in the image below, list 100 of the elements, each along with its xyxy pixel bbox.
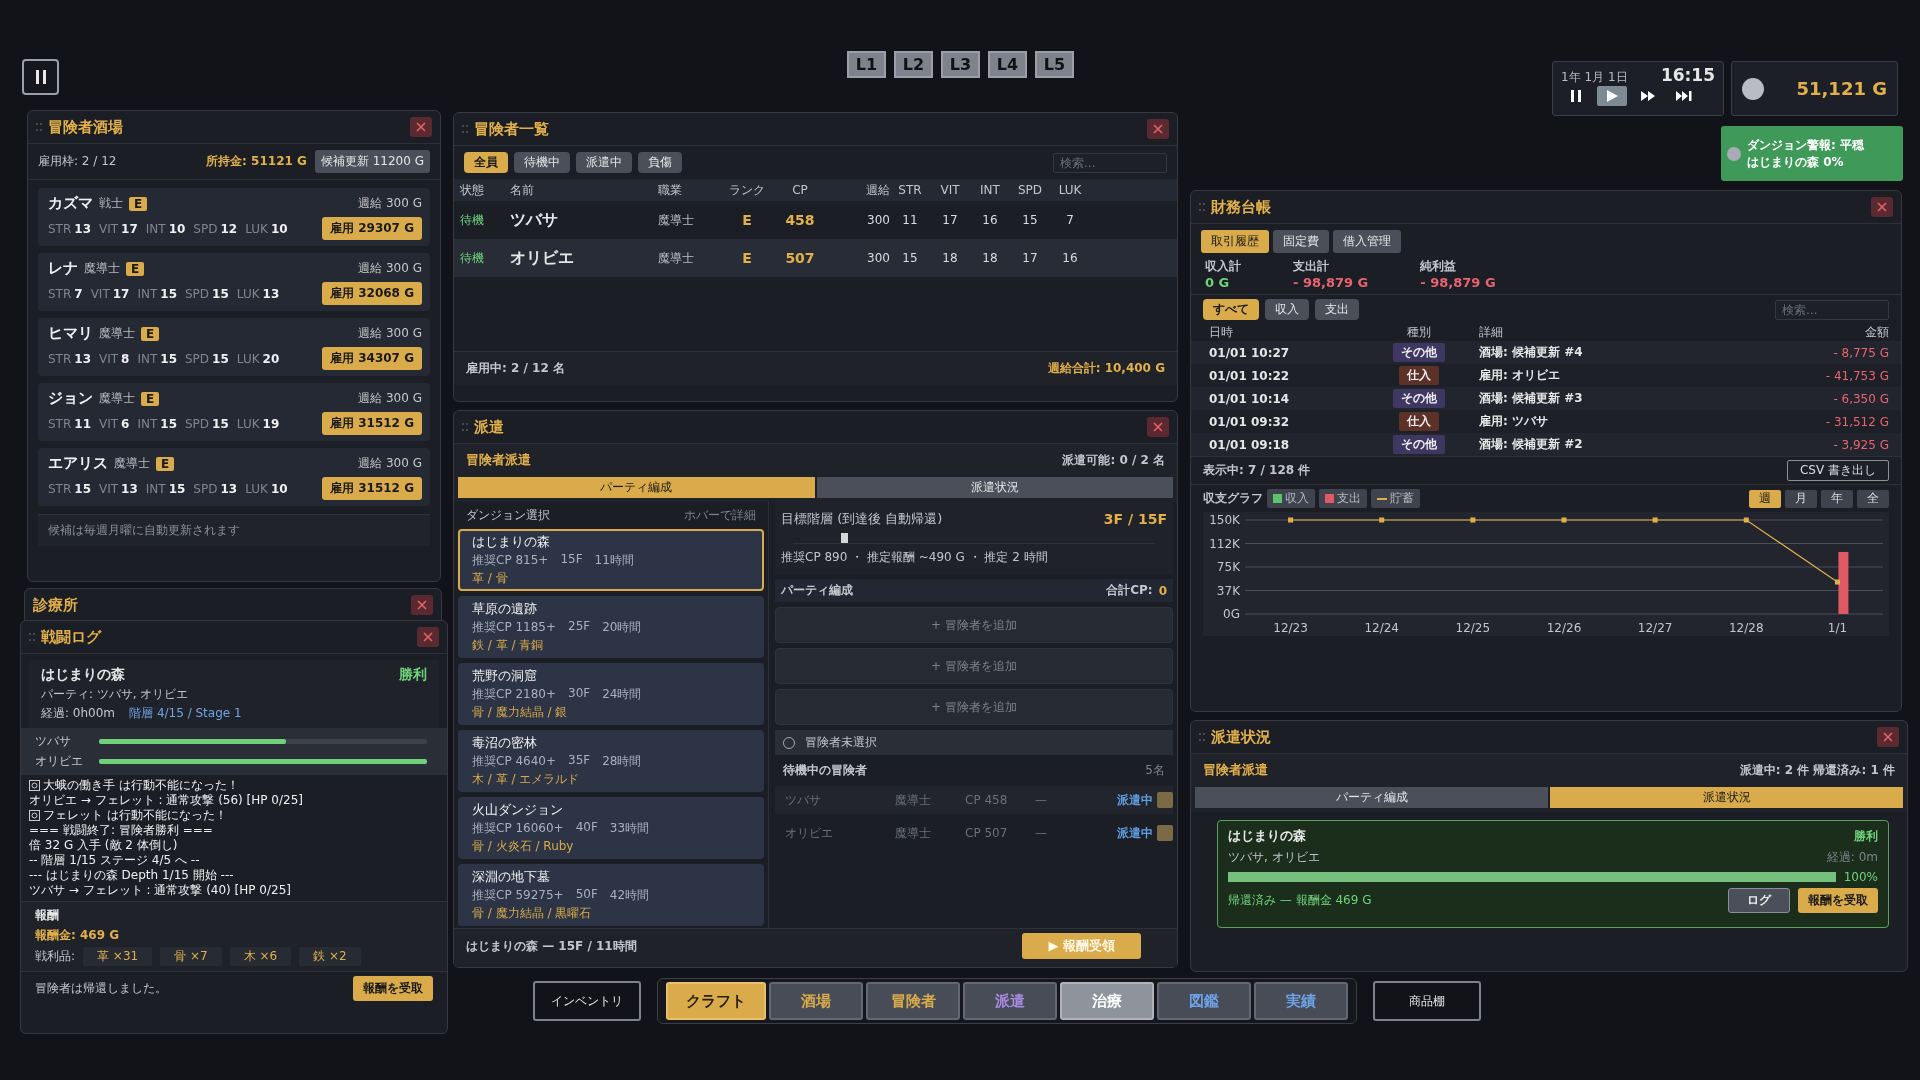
stat-cell-text: 15 bbox=[901, 251, 919, 265]
filter-tab[interactable]: 待機中 bbox=[514, 152, 570, 173]
csv-export-button[interactable]: CSV 書き出し bbox=[1786, 460, 1889, 481]
close-button[interactable] bbox=[411, 595, 433, 615]
filter-tab[interactable]: 派遣中 bbox=[576, 152, 632, 173]
x-tick-label: 12/27 bbox=[1637, 621, 1673, 635]
grip-icon[interactable] bbox=[462, 422, 468, 432]
return-status: 帰還済み — 報酬金 469 G bbox=[1228, 892, 1372, 909]
grip-icon[interactable] bbox=[1199, 202, 1205, 212]
adventurer-cp: CP 507 bbox=[965, 826, 1009, 840]
salary-label: 週給 300 G bbox=[358, 195, 422, 212]
nav-tab[interactable]: 酒場 bbox=[769, 982, 863, 1020]
floor-slider[interactable] bbox=[793, 533, 1155, 544]
period-tab[interactable]: 年 bbox=[1821, 489, 1853, 508]
column-header: 詳細 bbox=[1479, 324, 1504, 341]
tab[interactable]: 取引履歴 bbox=[1201, 230, 1269, 253]
layer-button[interactable]: L1 bbox=[847, 51, 886, 78]
total-value: - 98,879 G bbox=[1420, 275, 1496, 290]
tab[interactable]: パーティ編成 bbox=[458, 477, 815, 498]
legend-toggle[interactable]: 貯蓄 bbox=[1371, 489, 1420, 508]
pause-button[interactable] bbox=[22, 59, 59, 95]
close-button[interactable] bbox=[417, 627, 439, 647]
salary-cell-text: 300 bbox=[866, 213, 890, 227]
stat-value: 15 bbox=[212, 286, 229, 301]
dungeon-item[interactable]: はじまりの森 推奨CP 815+ 15F 11時間 革 / 骨 bbox=[458, 529, 764, 591]
close-button[interactable] bbox=[1147, 417, 1169, 437]
hire-button[interactable]: 雇用 29307 G bbox=[322, 217, 422, 240]
filter-tab[interactable]: 支出 bbox=[1315, 299, 1359, 320]
close-button[interactable] bbox=[1871, 197, 1893, 217]
stat-cell-text: 16 bbox=[981, 213, 999, 227]
stat-value: 13 bbox=[220, 481, 238, 496]
search-field[interactable]: 検索... bbox=[1775, 299, 1889, 320]
hire-button[interactable]: 雇用 31512 G bbox=[322, 477, 422, 500]
dungeon-item[interactable]: 深淵の地下墓 推奨CP 59275+ 50F 42時間 骨 / 魔力結晶 / 黒曜石 bbox=[458, 864, 764, 926]
dungeon-item[interactable]: 荒野の洞窟 推奨CP 2180+ 30F 24時間 骨 / 魔力結晶 / 銀 bbox=[458, 663, 764, 725]
add-adventurer-slot[interactable]: + 冒険者を追加 bbox=[775, 689, 1173, 725]
add-adventurer-slot[interactable]: + 冒険者を追加 bbox=[775, 607, 1173, 643]
filter-tab[interactable]: すべて bbox=[1203, 299, 1259, 320]
filter-tab[interactable]: 負傷 bbox=[638, 152, 682, 173]
grip-icon[interactable] bbox=[462, 124, 468, 134]
dungeon-item[interactable]: 火山ダンジョン 推奨CP 16060+ 40F 33時間 骨 / 火炎石 / Ruby bbox=[458, 797, 764, 859]
layer-button[interactable]: L4 bbox=[988, 51, 1027, 78]
layer-button[interactable]: L5 bbox=[1035, 51, 1074, 78]
column-header: 職業 bbox=[658, 181, 683, 199]
add-adventurer-slot[interactable]: + 冒険者を追加 bbox=[775, 648, 1173, 684]
log-button[interactable]: ログ bbox=[1728, 888, 1790, 913]
dungeon-item[interactable]: 毒沼の密林 推奨CP 4640+ 35F 28時間 木 / 革 / エメラルド bbox=[458, 730, 764, 792]
tab[interactable]: 借入管理 bbox=[1333, 230, 1401, 253]
tab[interactable]: 派遣状況 bbox=[816, 477, 1173, 498]
layer-button[interactable]: L3 bbox=[941, 51, 980, 78]
status-icon bbox=[1727, 146, 1741, 161]
column-header: LUK bbox=[1057, 183, 1083, 197]
stat-label: SPD bbox=[185, 416, 210, 431]
period-tab[interactable]: 全 bbox=[1857, 489, 1889, 508]
legend-toggle[interactable]: 支出 bbox=[1319, 489, 1367, 508]
category-tag: その他 bbox=[1393, 343, 1445, 362]
tab[interactable]: 固定費 bbox=[1273, 230, 1329, 253]
panel-title: 冒険者酒場 bbox=[48, 117, 124, 137]
fast-forward-icon bbox=[1641, 91, 1655, 101]
stat-label: VIT bbox=[99, 416, 119, 431]
period-tab[interactable]: 月 bbox=[1785, 489, 1817, 508]
grip-icon[interactable] bbox=[29, 632, 35, 642]
date-label: 1年 1月 1日 bbox=[1561, 69, 1628, 86]
refresh-button[interactable]: 候補更新 11200 G bbox=[314, 150, 430, 173]
tab[interactable]: パーティ編成 bbox=[1195, 787, 1548, 808]
y-tick-label: 150K bbox=[1209, 513, 1240, 527]
search-field[interactable]: 検索... bbox=[1053, 152, 1167, 173]
dungeon-name: はじまりの森 bbox=[1228, 827, 1306, 845]
hire-button[interactable]: 雇用 34307 G bbox=[322, 347, 422, 370]
rank-badge: E bbox=[156, 456, 175, 471]
close-button[interactable] bbox=[410, 117, 432, 137]
dungeon-item[interactable]: 草原の遺跡 推奨CP 1185+ 25F 20時間 鉄 / 革 / 青銅 bbox=[458, 596, 764, 658]
slider-thumb[interactable] bbox=[840, 533, 848, 543]
grip-icon[interactable] bbox=[36, 122, 42, 132]
grip-icon[interactable] bbox=[1199, 732, 1205, 742]
loot-chip: 骨 ×7 bbox=[160, 947, 222, 966]
legend-toggle[interactable]: 収入 bbox=[1267, 489, 1315, 508]
adventurer-name: ツバサ bbox=[785, 791, 822, 809]
stat-cell-text: 17 bbox=[941, 213, 959, 227]
claim-button[interactable]: 報酬を受取 bbox=[1798, 888, 1878, 913]
play-button[interactable] bbox=[1597, 86, 1627, 106]
section-heading: 冒険者派遣 bbox=[466, 451, 531, 469]
tab[interactable]: 派遣状況 bbox=[1550, 787, 1903, 808]
close-button[interactable] bbox=[1147, 119, 1169, 139]
filter-tab[interactable]: 全員 bbox=[464, 152, 508, 173]
layer-button[interactable]: L2 bbox=[894, 51, 933, 78]
close-button[interactable] bbox=[1877, 727, 1899, 747]
period-tab[interactable]: 週 bbox=[1749, 489, 1781, 508]
claim-button[interactable]: 報酬を受取 bbox=[353, 976, 433, 1001]
filter-tab[interactable]: 収入 bbox=[1265, 299, 1309, 320]
inventory-button[interactable]: インベントリ bbox=[533, 981, 641, 1021]
nav-tab[interactable]: クラフト bbox=[666, 982, 766, 1020]
shelf-button[interactable]: 商品棚 bbox=[1373, 981, 1481, 1021]
category-tag: 仕入 bbox=[1399, 366, 1439, 385]
party-label: ツバサ, オリビエ bbox=[1228, 849, 1320, 866]
salary-label: 週給 300 G bbox=[358, 325, 422, 342]
stat-value: 8 bbox=[121, 351, 130, 366]
hire-button[interactable]: 雇用 31512 G bbox=[322, 412, 422, 435]
hire-button[interactable]: 雇用 32068 G bbox=[322, 282, 422, 305]
nav-tab[interactable]: 冒険者 bbox=[866, 982, 960, 1020]
